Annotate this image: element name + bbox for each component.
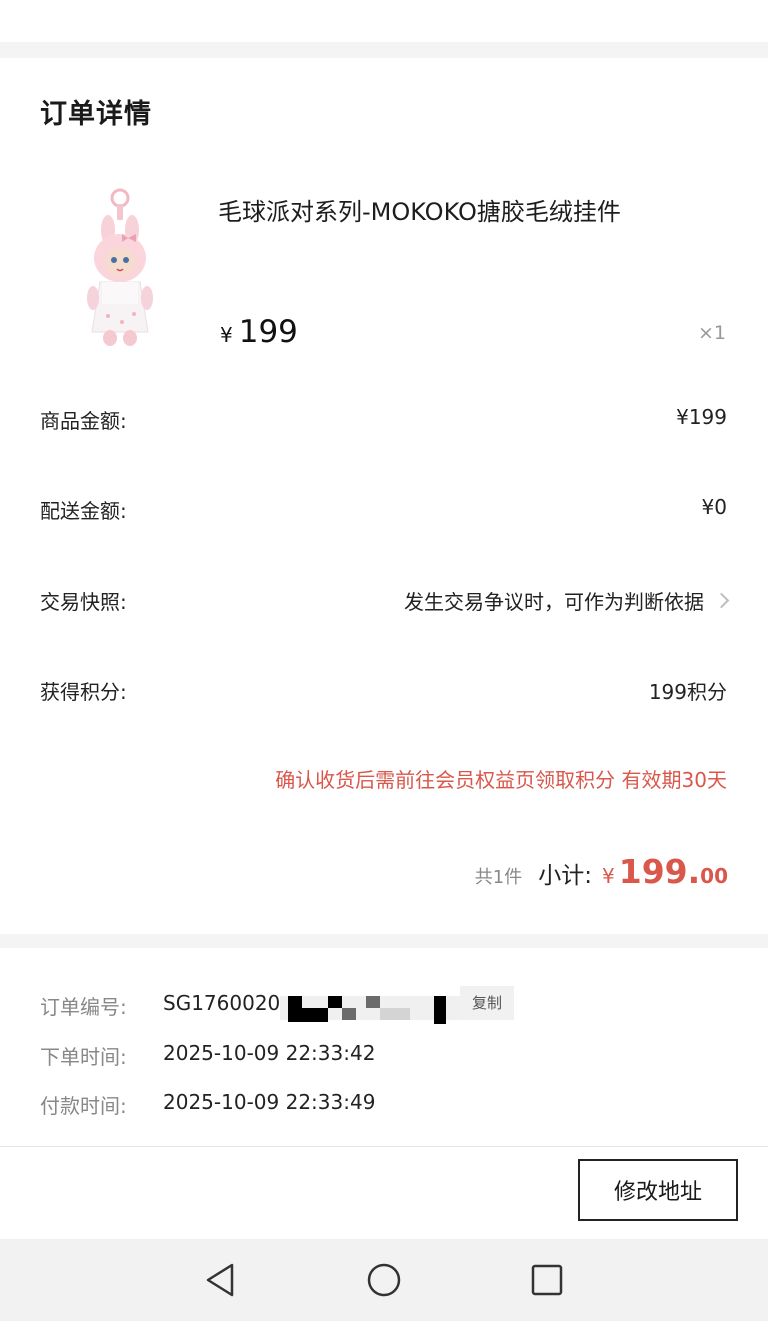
subtotal-decimal: 00	[700, 864, 728, 888]
chevron-right-icon	[713, 592, 730, 609]
shipping-amount-label: 配送金额:	[40, 499, 127, 523]
subtotal-integer: 199.	[618, 852, 701, 891]
subtotal: 共1件 小计: ¥199.00	[475, 852, 728, 891]
product-quantity: ×1	[697, 322, 726, 344]
goods-amount-label: 商品金额:	[40, 409, 127, 433]
snapshot-text: 发生交易争议时，可作为判断依据	[404, 590, 704, 614]
subtotal-currency: ¥	[602, 864, 615, 888]
section-separator	[0, 934, 768, 948]
order-time-label: 下单时间:	[40, 1045, 127, 1069]
shipping-amount-value: ¥0	[701, 495, 727, 519]
points-note: 确认收货后需前往会员权益页领取积分 有效期30天	[275, 768, 727, 792]
price-value: 199	[238, 314, 298, 350]
price-currency: ¥	[220, 323, 233, 347]
system-nav-bar	[0, 1239, 768, 1321]
pay-time-value: 2025-10-09 22:33:49	[163, 1090, 376, 1114]
home-circle-icon[interactable]	[365, 1261, 403, 1299]
recents-square-icon[interactable]	[528, 1261, 566, 1299]
item-count: 共1件	[474, 867, 523, 888]
order-number-label: 订单编号:	[40, 995, 127, 1019]
page-title: 订单详情	[40, 99, 152, 130]
top-separator	[0, 42, 768, 58]
snapshot-label: 交易快照:	[40, 590, 127, 614]
back-triangle-icon[interactable]	[202, 1261, 240, 1299]
points-label: 获得积分:	[40, 680, 127, 704]
product-name[interactable]: 毛球派对系列-MOKOKO搪胶毛绒挂件	[218, 192, 621, 227]
product-image[interactable]	[78, 186, 162, 350]
redaction-mask	[280, 994, 470, 1026]
snapshot-link[interactable]: 发生交易争议时，可作为判断依据	[404, 586, 730, 615]
order-number-value: SG1760020	[163, 991, 281, 1015]
points-value: 199积分	[648, 680, 727, 704]
modify-address-button[interactable]: 修改地址	[578, 1159, 738, 1221]
pay-time-label: 付款时间:	[40, 1094, 127, 1118]
goods-amount-value: ¥199	[676, 405, 727, 429]
copy-button[interactable]: 复制	[460, 986, 514, 1020]
subtotal-label: 小计:	[538, 863, 592, 889]
product-price: ¥199	[220, 314, 298, 350]
footer-divider	[0, 1146, 768, 1147]
order-time-value: 2025-10-09 22:33:42	[163, 1041, 376, 1065]
